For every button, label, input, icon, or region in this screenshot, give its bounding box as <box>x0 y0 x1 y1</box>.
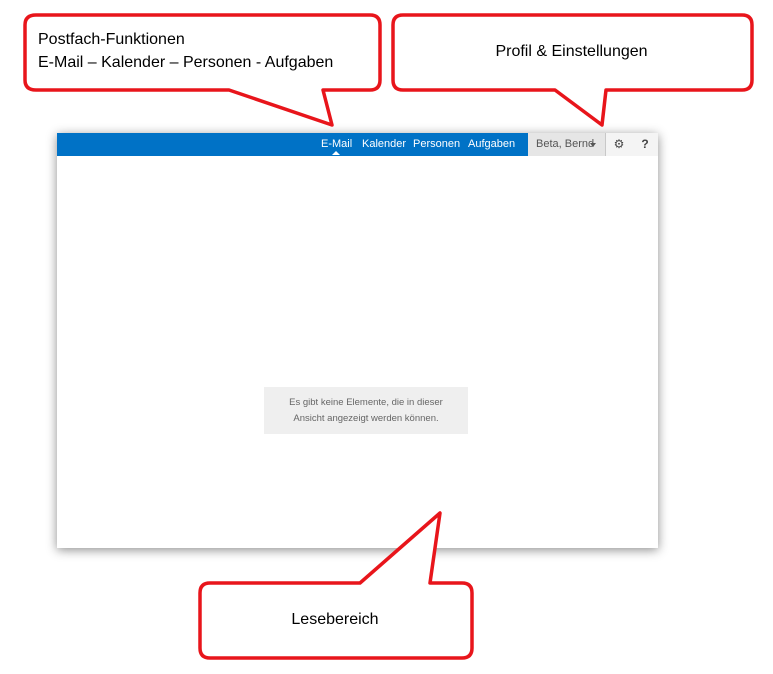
callout-annotations <box>23 13 754 660</box>
callout-profile-bubble <box>391 13 754 127</box>
callout-mailbox-subtitle: E-Mail – Kalender – Personen - Aufgaben <box>38 54 334 71</box>
callout-reading-bubble <box>198 511 474 660</box>
callout-profile-text: Profil & Einstellungen <box>495 43 648 60</box>
callout-mailbox-title: Postfach-Funktionen <box>38 31 185 48</box>
callout-reading-text: Lesebereich <box>291 611 379 628</box>
